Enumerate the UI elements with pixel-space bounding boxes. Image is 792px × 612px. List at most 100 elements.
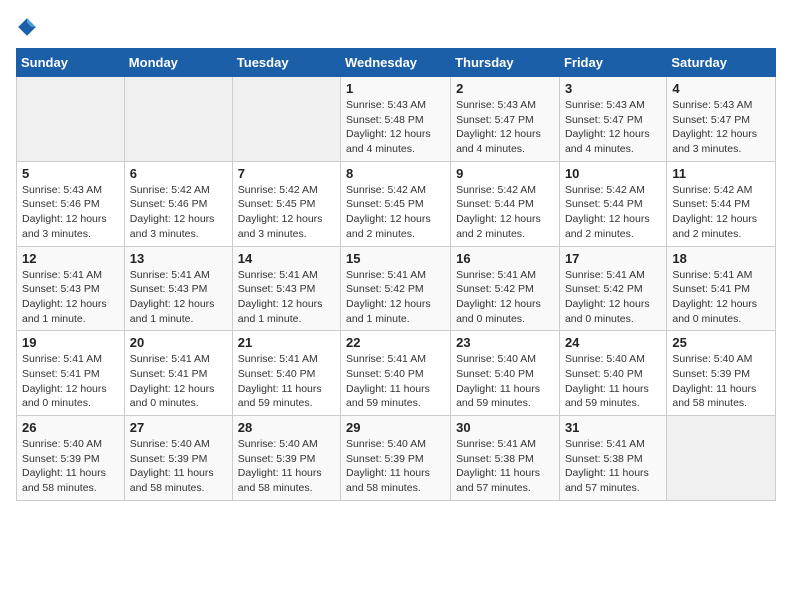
day-info: Sunrise: 5:41 AM Sunset: 5:38 PM Dayligh… [456,437,554,496]
day-info: Sunrise: 5:43 AM Sunset: 5:47 PM Dayligh… [672,98,770,157]
day-number: 2 [456,81,554,96]
day-info: Sunrise: 5:41 AM Sunset: 5:41 PM Dayligh… [672,268,770,327]
calendar-day-cell: 3 Sunrise: 5:43 AM Sunset: 5:47 PM Daylig… [559,77,666,162]
day-info: Sunrise: 5:42 AM Sunset: 5:44 PM Dayligh… [672,183,770,242]
day-info: Sunrise: 5:41 AM Sunset: 5:43 PM Dayligh… [130,268,227,327]
day-info: Sunrise: 5:41 AM Sunset: 5:38 PM Dayligh… [565,437,661,496]
calendar-day-cell: 10 Sunrise: 5:42 AM Sunset: 5:44 PM Dayli… [559,161,666,246]
weekday-header: Friday [559,49,666,77]
day-number: 23 [456,335,554,350]
day-info: Sunrise: 5:41 AM Sunset: 5:42 PM Dayligh… [456,268,554,327]
calendar-day-cell: 28 Sunrise: 5:40 AM Sunset: 5:39 PM Dayli… [232,416,340,501]
day-number: 1 [346,81,445,96]
day-number: 26 [22,420,119,435]
calendar-day-cell: 13 Sunrise: 5:41 AM Sunset: 5:43 PM Dayli… [124,246,232,331]
calendar-day-cell [232,77,340,162]
day-info: Sunrise: 5:43 AM Sunset: 5:47 PM Dayligh… [456,98,554,157]
day-info: Sunrise: 5:43 AM Sunset: 5:46 PM Dayligh… [22,183,119,242]
day-number: 3 [565,81,661,96]
day-number: 12 [22,251,119,266]
day-info: Sunrise: 5:41 AM Sunset: 5:41 PM Dayligh… [130,352,227,411]
calendar-day-cell: 24 Sunrise: 5:40 AM Sunset: 5:40 PM Dayli… [559,331,666,416]
calendar-day-cell: 11 Sunrise: 5:42 AM Sunset: 5:44 PM Dayli… [667,161,776,246]
day-info: Sunrise: 5:40 AM Sunset: 5:39 PM Dayligh… [346,437,445,496]
weekday-header: Tuesday [232,49,340,77]
day-number: 13 [130,251,227,266]
calendar-day-cell: 26 Sunrise: 5:40 AM Sunset: 5:39 PM Dayli… [17,416,125,501]
calendar-week-row: 1 Sunrise: 5:43 AM Sunset: 5:48 PM Daylig… [17,77,776,162]
day-info: Sunrise: 5:40 AM Sunset: 5:39 PM Dayligh… [130,437,227,496]
calendar-thead: SundayMondayTuesdayWednesdayThursdayFrid… [17,49,776,77]
calendar-day-cell: 20 Sunrise: 5:41 AM Sunset: 5:41 PM Dayli… [124,331,232,416]
weekday-header-row: SundayMondayTuesdayWednesdayThursdayFrid… [17,49,776,77]
day-number: 8 [346,166,445,181]
calendar-day-cell: 7 Sunrise: 5:42 AM Sunset: 5:45 PM Daylig… [232,161,340,246]
day-number: 21 [238,335,335,350]
calendar-day-cell: 23 Sunrise: 5:40 AM Sunset: 5:40 PM Dayli… [451,331,560,416]
calendar-day-cell: 12 Sunrise: 5:41 AM Sunset: 5:43 PM Dayli… [17,246,125,331]
calendar-day-cell: 18Sunrise: 5:41 AM Sunset: 5:41 PM Dayli… [667,246,776,331]
calendar-day-cell: 25 Sunrise: 5:40 AM Sunset: 5:39 PM Dayli… [667,331,776,416]
calendar-body: 1 Sunrise: 5:43 AM Sunset: 5:48 PM Daylig… [17,77,776,501]
calendar-day-cell [124,77,232,162]
day-number: 5 [22,166,119,181]
day-number: 28 [238,420,335,435]
logo-icon [16,16,38,38]
day-info: Sunrise: 5:40 AM Sunset: 5:39 PM Dayligh… [672,352,770,411]
day-info: Sunrise: 5:40 AM Sunset: 5:39 PM Dayligh… [22,437,119,496]
day-number: 14 [238,251,335,266]
day-info: Sunrise: 5:41 AM Sunset: 5:43 PM Dayligh… [238,268,335,327]
day-number: 25 [672,335,770,350]
day-info: Sunrise: 5:42 AM Sunset: 5:44 PM Dayligh… [456,183,554,242]
calendar-week-row: 12 Sunrise: 5:41 AM Sunset: 5:43 PM Dayli… [17,246,776,331]
day-info: Sunrise: 5:43 AM Sunset: 5:47 PM Dayligh… [565,98,661,157]
day-info: Sunrise: 5:41 AM Sunset: 5:40 PM Dayligh… [346,352,445,411]
calendar-day-cell: 9 Sunrise: 5:42 AM Sunset: 5:44 PM Daylig… [451,161,560,246]
day-number: 9 [456,166,554,181]
day-info: Sunrise: 5:42 AM Sunset: 5:44 PM Dayligh… [565,183,661,242]
calendar-day-cell: 22Sunrise: 5:41 AM Sunset: 5:40 PM Dayli… [341,331,451,416]
calendar-day-cell: 16 Sunrise: 5:41 AM Sunset: 5:42 PM Dayli… [451,246,560,331]
calendar-day-cell: 17 Sunrise: 5:41 AM Sunset: 5:42 PM Dayli… [559,246,666,331]
day-info: Sunrise: 5:40 AM Sunset: 5:39 PM Dayligh… [238,437,335,496]
calendar-day-cell: 27Sunrise: 5:40 AM Sunset: 5:39 PM Dayli… [124,416,232,501]
day-info: Sunrise: 5:42 AM Sunset: 5:45 PM Dayligh… [238,183,335,242]
calendar-week-row: 26 Sunrise: 5:40 AM Sunset: 5:39 PM Dayli… [17,416,776,501]
day-number: 11 [672,166,770,181]
day-info: Sunrise: 5:42 AM Sunset: 5:45 PM Dayligh… [346,183,445,242]
weekday-header: Thursday [451,49,560,77]
calendar-day-cell: 8 Sunrise: 5:42 AM Sunset: 5:45 PM Daylig… [341,161,451,246]
calendar-day-cell: 29 Sunrise: 5:40 AM Sunset: 5:39 PM Dayli… [341,416,451,501]
day-number: 7 [238,166,335,181]
day-info: Sunrise: 5:40 AM Sunset: 5:40 PM Dayligh… [565,352,661,411]
day-info: Sunrise: 5:41 AM Sunset: 5:41 PM Dayligh… [22,352,119,411]
day-info: Sunrise: 5:43 AM Sunset: 5:48 PM Dayligh… [346,98,445,157]
day-info: Sunrise: 5:42 AM Sunset: 5:46 PM Dayligh… [130,183,227,242]
calendar-week-row: 5 Sunrise: 5:43 AM Sunset: 5:46 PM Daylig… [17,161,776,246]
calendar-week-row: 19Sunrise: 5:41 AM Sunset: 5:41 PM Dayli… [17,331,776,416]
weekday-header: Wednesday [341,49,451,77]
day-number: 24 [565,335,661,350]
calendar-table: SundayMondayTuesdayWednesdayThursdayFrid… [16,48,776,501]
day-info: Sunrise: 5:41 AM Sunset: 5:42 PM Dayligh… [565,268,661,327]
calendar-day-cell: 21 Sunrise: 5:41 AM Sunset: 5:40 PM Dayli… [232,331,340,416]
calendar-day-cell [17,77,125,162]
calendar-day-cell: 6 Sunrise: 5:42 AM Sunset: 5:46 PM Daylig… [124,161,232,246]
calendar-day-cell: 1 Sunrise: 5:43 AM Sunset: 5:48 PM Daylig… [341,77,451,162]
day-info: Sunrise: 5:41 AM Sunset: 5:40 PM Dayligh… [238,352,335,411]
weekday-header: Saturday [667,49,776,77]
calendar-day-cell: 2 Sunrise: 5:43 AM Sunset: 5:47 PM Daylig… [451,77,560,162]
header-row [16,16,776,38]
logo [16,16,42,38]
day-info: Sunrise: 5:41 AM Sunset: 5:43 PM Dayligh… [22,268,119,327]
calendar-day-cell [667,416,776,501]
calendar-container: SundayMondayTuesdayWednesdayThursdayFrid… [0,0,792,511]
day-number: 31 [565,420,661,435]
day-number: 17 [565,251,661,266]
day-number: 29 [346,420,445,435]
day-number: 20 [130,335,227,350]
day-number: 6 [130,166,227,181]
day-number: 16 [456,251,554,266]
day-number: 10 [565,166,661,181]
day-info: Sunrise: 5:40 AM Sunset: 5:40 PM Dayligh… [456,352,554,411]
